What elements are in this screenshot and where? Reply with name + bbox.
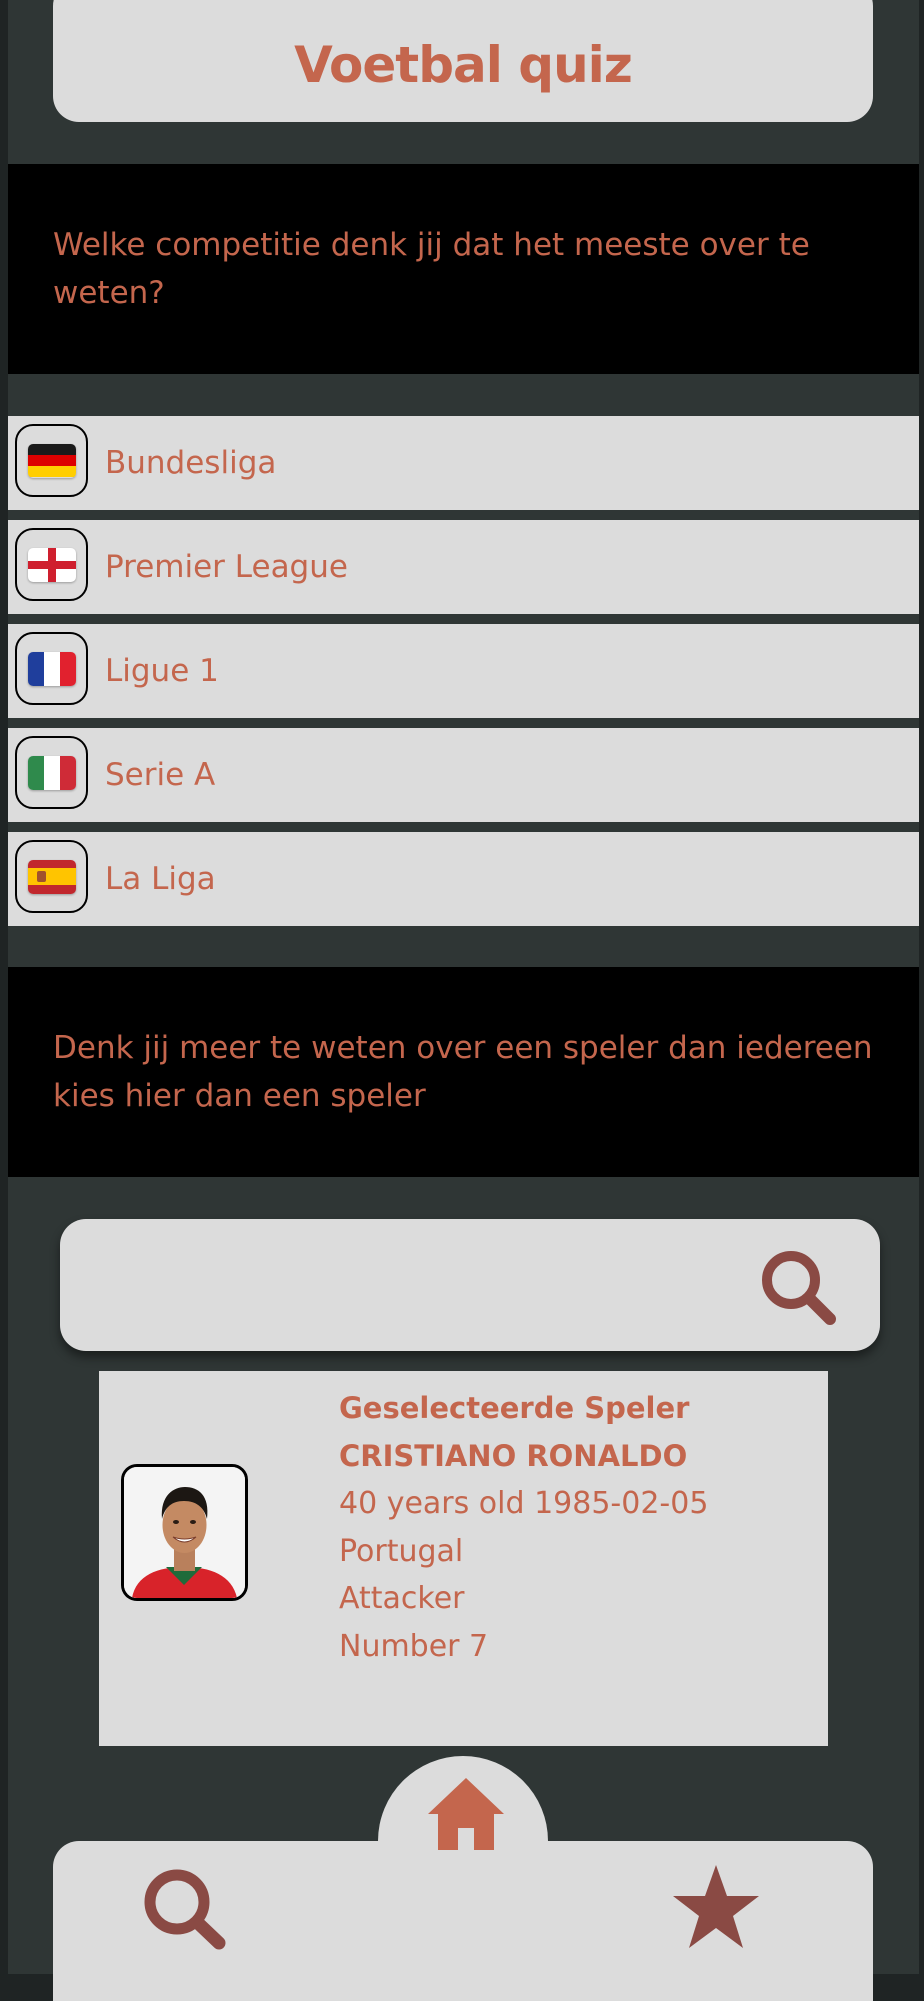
league-label: Bundesliga [105, 445, 277, 481]
player-position: Attacker [339, 1581, 465, 1616]
germany-flag-icon [27, 443, 76, 478]
flag-frame [15, 736, 88, 809]
player-prompt-text: Denk jij meer te weten over een speler d… [53, 1030, 873, 1114]
france-flag-icon [27, 651, 76, 686]
england-flag-icon [27, 547, 76, 582]
page-title: Voetbal quiz [294, 36, 633, 94]
player-photo [124, 1467, 245, 1598]
league-item-ligue-1[interactable]: Ligue 1 [8, 624, 919, 718]
flag-frame [15, 424, 88, 497]
competition-prompt-banner: Welke competitie denk jij dat het meeste… [8, 164, 919, 374]
league-item-la-liga[interactable]: La Liga [8, 832, 919, 926]
title-card: Voetbal quiz [53, 0, 873, 122]
player-search-input[interactable] [60, 1219, 880, 1351]
league-item-bundesliga[interactable]: Bundesliga [8, 416, 919, 510]
player-prompt-banner: Denk jij meer te weten over een speler d… [8, 967, 919, 1177]
flag-frame [15, 528, 88, 601]
selected-player-card: Geselecteerde Speler CRISTIANO RONALDO 4… [99, 1371, 828, 1746]
player-avatar [121, 1464, 248, 1601]
player-age: 40 years old 1985-02-05 [339, 1486, 709, 1521]
player-name: CRISTIANO RONALDO [339, 1438, 688, 1473]
star-icon[interactable] [671, 1862, 761, 1952]
flag-frame [15, 840, 88, 913]
app-page: Voetbal quiz Welke competitie denk jij d… [8, 0, 919, 2001]
league-item-premier-league[interactable]: Premier League [8, 520, 919, 614]
player-number: Number 7 [339, 1628, 489, 1664]
home-icon[interactable] [426, 1776, 506, 1852]
nav-search-icon[interactable] [141, 1866, 237, 1952]
league-label: Serie A [105, 757, 216, 793]
league-item-serie-a[interactable]: Serie A [8, 728, 919, 822]
selected-player-heading: Geselecteerde Speler [339, 1391, 690, 1425]
league-label: Ligue 1 [105, 653, 219, 689]
search-icon[interactable] [758, 1247, 840, 1329]
player-details: Geselecteerde Speler CRISTIANO RONALDO 4… [339, 1385, 708, 1670]
competition-prompt-text: Welke competitie denk jij dat het meeste… [53, 227, 810, 311]
league-label: Premier League [105, 549, 348, 585]
italy-flag-icon [27, 755, 76, 790]
spain-flag-icon [27, 859, 76, 894]
league-label: La Liga [105, 861, 216, 897]
player-country: Portugal [339, 1533, 464, 1569]
flag-frame [15, 632, 88, 705]
